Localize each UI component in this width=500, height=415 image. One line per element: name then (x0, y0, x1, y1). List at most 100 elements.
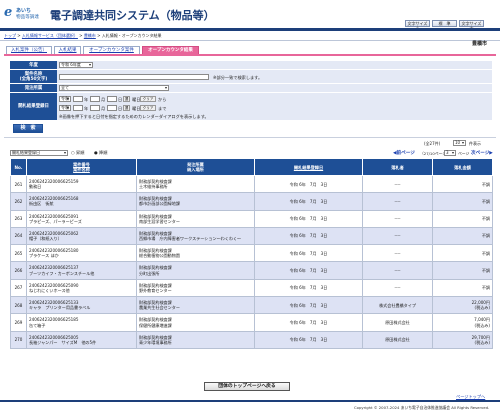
delivery-place: 分町出張所 (139, 270, 160, 276)
breadcrumb-top-link[interactable]: トップ (4, 33, 16, 38)
to-clear-button[interactable]: クリア (140, 105, 156, 111)
row-date: 令和 6年 7月 3日 (254, 192, 363, 211)
font-size-large-button[interactable]: 文字サイズ大 (459, 20, 484, 31)
winning-amount: 不調 (481, 216, 490, 222)
table-row[interactable]: 261 2406242320006625159 動務日 財務部契約検査課 土木維持事務所… (10, 174, 493, 194)
prev-page-label: 前ページ (396, 151, 415, 156)
delivery-place: 青少年環境事務所 (139, 339, 172, 345)
table-row[interactable]: 268 2406242320006625133 キャラ プリンター用品書ラベル 財務部… (10, 296, 493, 315)
calendar-note: ※画像を押下すると日付を指定するためのカレンダーダイアログを表示します。 (59, 114, 209, 119)
row-amount: 29,700円 (税込み) (432, 330, 493, 349)
tax-note: (税込み) (474, 305, 490, 311)
table-header-row: No. 案件番号 案件名称 発注所属 納入場所 開札結果登録日 落札者 落札金額 (10, 158, 493, 176)
dept-select[interactable]: 全て (59, 85, 169, 91)
table-row[interactable]: 270 2406242320006625005 長袖ジャンパー サイズM 他の5件財… (10, 330, 493, 349)
page-label: ページ (458, 151, 470, 156)
col-header-date[interactable]: 開札結果登録日 (254, 158, 363, 176)
organization-name: 豊橋市 (472, 41, 488, 47)
next-page-link[interactable]: 次ページ▶ (471, 150, 493, 156)
from-day-input[interactable] (107, 96, 117, 102)
prev-page-link[interactable]: ◀前ページ (393, 150, 415, 156)
sort-desc-label: 降順 (99, 150, 108, 155)
row-winner: ---- (362, 192, 433, 211)
sort-desc-radio[interactable]: ● 降順 (94, 150, 107, 156)
row-amount: 7,040円 (税込み) (432, 313, 493, 332)
row-dept: 財務部契約検査課 青少年環境事務所 (136, 330, 255, 349)
row-case[interactable]: 2406242320006625137 ブーツカイフ・カーボンスチール他 (26, 261, 137, 280)
table-row[interactable]: 267 2406242320006625090 ねじれにくいホース他 財務部契約検査課… (10, 278, 493, 298)
delivery-place: 保健所健康増進課 (139, 322, 172, 328)
row-winner: 原田株式会社 (362, 330, 433, 349)
name-row: 案件名称 (全角50文字) ※部分一致で検索します。 (10, 70, 492, 84)
table-row[interactable]: 269 2406242320006625185 缶て箱子 財務部契約検査課 保健所健康増… (10, 313, 493, 332)
delivery-place: 総合動植物公園動物園 (139, 253, 180, 259)
row-case[interactable]: 2406242320006625090 ねじれにくいホース他 (26, 278, 137, 298)
row-dept: 財務部契約検査課 都市計画部公園緑地課 (136, 192, 255, 211)
row-winner: 株式会社豊橋タイプ (362, 296, 433, 315)
row-no: 269 (10, 313, 27, 332)
delivery-place: 土木維持事務所 (139, 184, 168, 190)
footer-divider (0, 400, 500, 402)
from-month-input[interactable] (90, 96, 100, 102)
page-size-select[interactable]: 10 (453, 140, 466, 146)
search-button[interactable]: 検 索 (13, 124, 43, 133)
tax-note: (税込み) (474, 322, 490, 328)
delivery-place: 西郷市場 庁内障害者ワークステーション～わくわく～ (139, 236, 242, 242)
table-row[interactable]: 262 2406242320006625168 街由区 街航 財務部契約検査課 都市計画… (10, 192, 493, 211)
sort-field-select[interactable]: 開札結果登録日 (10, 150, 68, 156)
to-day-unit: 日 (118, 106, 123, 111)
case-name: 動務日 (29, 184, 42, 190)
to-era-select[interactable]: 令和 (59, 105, 71, 111)
row-dept: 財務部契約検査課 西郷市場 庁内障害者ワークステーション～わくわく～ (136, 226, 255, 246)
row-case[interactable]: 2406242320006625185 缶て箱子 (26, 313, 137, 332)
row-winner: ---- (362, 244, 433, 263)
from-clear-button[interactable]: クリア (140, 96, 156, 102)
tab-open-counter-results[interactable]: オープンカウンタ結果 (142, 46, 199, 54)
from-calendar-icon[interactable]: 選 (123, 96, 130, 102)
from-year-input[interactable] (73, 96, 83, 102)
row-dept: 財務部契約検査課 土木維持事務所 (136, 174, 255, 194)
row-no: 267 (10, 278, 27, 298)
table-row[interactable]: 264 2406242320006625062 帽子（和紙入り） 財務部契約検査課 西郷… (10, 226, 493, 246)
col-header-no: No. (10, 158, 27, 176)
row-case[interactable]: 2406242320006625168 街由区 街航 (26, 192, 137, 211)
row-case[interactable]: 2406242320006625180 プラケース ほか (26, 244, 137, 263)
table-row[interactable]: 263 2406242320006625091 プラピーズ、パーラーピーズ 財務部契約… (10, 209, 493, 228)
table-row[interactable]: 265 2406242320006625180 プラケース ほか 財務部契約検査課 総合… (10, 244, 493, 263)
row-winner: ---- (362, 278, 433, 298)
year-row: 年度 令和 6年度 (10, 61, 492, 70)
winning-amount: 不調 (481, 233, 490, 239)
row-no: 268 (10, 296, 27, 315)
tab-open-counter-cases[interactable]: オープンカウンタ案件 (83, 46, 140, 54)
case-name-input[interactable] (59, 74, 209, 80)
winning-amount: 不調 (481, 181, 490, 187)
to-calendar-icon[interactable]: 選 (123, 105, 130, 111)
row-date: 令和 6年 7月 3日 (254, 226, 363, 246)
row-case[interactable]: 2406242320006625133 キャラ プリンター用品書ラベル (26, 296, 137, 315)
year-select[interactable]: 令和 6年度 (59, 62, 93, 68)
font-size-standard-button[interactable]: 標 準 (432, 20, 457, 27)
row-no: 262 (10, 192, 27, 211)
delivery-place: 野外教育センター (139, 287, 172, 293)
row-case[interactable]: 2406242320006625062 帽子（和紙入り） (26, 226, 137, 246)
to-month-input[interactable] (90, 105, 100, 111)
row-case[interactable]: 2406242320006625091 プラピーズ、パーラーピーズ (26, 209, 137, 228)
tab-bid-results[interactable]: 入札結果 (54, 46, 81, 54)
sort-asc-radio[interactable]: ○ 昇順 (71, 150, 84, 156)
app-title: 電子調達共同システム（物品等） (50, 9, 215, 22)
row-case[interactable]: 2406242320006625159 動務日 (26, 174, 137, 194)
to-year-input[interactable] (73, 105, 83, 111)
page-number-select[interactable]: 3 (444, 150, 456, 156)
breadcrumb-org-select-link[interactable]: 入札情報サービス（団体選択） (22, 33, 78, 38)
breadcrumb-city-link[interactable]: 豊橋市 (84, 33, 96, 38)
font-size-small-button[interactable]: 文字サイズ小 (405, 20, 430, 31)
table-row[interactable]: 266 2406242320006625137 ブーツカイフ・カーボンスチール他 財務… (10, 261, 493, 280)
from-era-select[interactable]: 令和 (59, 96, 71, 102)
row-case[interactable]: 2406242320006625005 長袖ジャンパー サイズM 他の5件 (26, 330, 137, 349)
tab-bid-notice[interactable]: 入札案件（公告） (6, 46, 52, 54)
copyright: Copyright © 2007-2024 あいち電子自治体推進協議会 All … (354, 405, 490, 410)
sort-asc-label: 昇順 (76, 150, 85, 155)
col-header-case[interactable]: 案件番号 案件名称 (26, 158, 137, 176)
back-to-org-top-button[interactable]: 団体のトップページへ戻る (204, 382, 290, 391)
to-day-input[interactable] (107, 105, 117, 111)
